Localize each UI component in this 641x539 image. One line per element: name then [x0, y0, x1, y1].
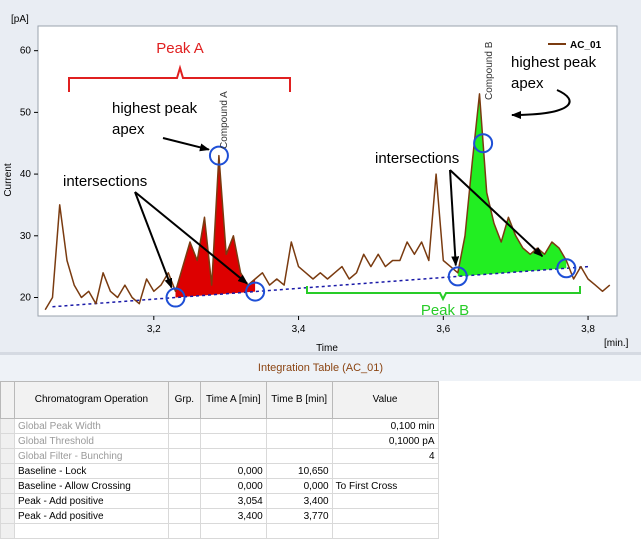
row-stub	[0, 433, 15, 449]
cell-time-a[interactable]: 0,000	[199, 463, 267, 479]
table-row[interactable]: Global Filter - Bunching 4	[0, 448, 641, 464]
cell-group[interactable]	[167, 493, 201, 509]
cell-time-a[interactable]: 0,000	[199, 478, 267, 494]
cell-group[interactable]	[167, 508, 201, 524]
cell-value[interactable]	[331, 463, 439, 479]
row-stub	[0, 418, 15, 434]
cell-value[interactable]: 0,1000 pA	[331, 433, 439, 449]
cell-operation[interactable]: Global Peak Width	[13, 418, 169, 434]
integration-table-panel: Chromatogram Operation Grp. Time A [min]…	[0, 381, 641, 539]
row-stub	[0, 478, 15, 494]
intersections-label-left: intersections	[63, 173, 147, 190]
cell-value[interactable]: 4	[331, 448, 439, 464]
row-stub	[0, 493, 15, 509]
table-row[interactable]: Baseline - Lock 0,000 10,650	[0, 463, 641, 479]
cell-group[interactable]	[167, 478, 201, 494]
splitter-bar[interactable]	[0, 352, 641, 355]
cell-operation[interactable]: Peak - Add positive	[13, 493, 169, 509]
x-tick-label: 3,2	[147, 324, 161, 335]
y-tick-label: 60	[20, 46, 32, 57]
cell-group[interactable]	[167, 463, 201, 479]
integration-table-title: Integration Table (AC_01)	[257, 362, 384, 374]
table-row[interactable]: Peak - Add positive 3,400 3,770	[0, 508, 641, 524]
y-unit-label: [pA]	[11, 14, 29, 25]
chromatogram-panel: 60 50 40 30 20 3,2 3,4 3,6 3,8 Peak A Peak B highe…	[0, 0, 641, 352]
cell-value[interactable]: To First Cross	[331, 478, 439, 494]
cell-time-b[interactable]: 3,400	[265, 493, 333, 509]
cell-time-a[interactable]: 3,400	[199, 508, 267, 524]
table-row[interactable]: Baseline - Allow Crossing 0,000 0,000 To Fi…	[0, 478, 641, 494]
cell-operation[interactable]: Baseline - Lock	[13, 463, 169, 479]
row-stub	[0, 508, 15, 524]
y-axis-label: Current	[3, 163, 14, 197]
table-row[interactable]	[0, 523, 641, 539]
chromatogram-chart[interactable]: 60 50 40 30 20 3,2 3,4 3,6 3,8 Peak A Peak B highe…	[0, 0, 641, 352]
peak-b-label: Peak B	[421, 302, 469, 319]
cell-operation[interactable]: Baseline - Allow Crossing	[13, 478, 169, 494]
cell-value[interactable]	[331, 493, 439, 509]
y-tick-label: 30	[20, 231, 32, 242]
cell-time-a[interactable]	[199, 433, 267, 449]
intersections-label-right: intersections	[375, 150, 459, 167]
cell-value[interactable]	[331, 508, 439, 524]
row-stub	[0, 463, 15, 479]
x-unit-label: [min.]	[604, 338, 629, 349]
header-time-a[interactable]: Time A [min]	[199, 381, 267, 419]
peak-a-label: Peak A	[156, 40, 204, 57]
apex-a-label-line2: apex	[112, 121, 145, 138]
legend-label: AC_01	[570, 40, 602, 51]
row-stub	[0, 523, 15, 539]
x-tick-label: 3,8	[581, 324, 595, 335]
cell-time-b[interactable]	[265, 448, 333, 464]
cell-value[interactable]	[331, 523, 439, 539]
cell-operation[interactable]: Global Filter - Bunching	[13, 448, 169, 464]
cell-time-b[interactable]: 10,650	[265, 463, 333, 479]
header-stub	[0, 381, 15, 419]
cell-group[interactable]	[167, 433, 201, 449]
cell-time-a[interactable]	[199, 418, 267, 434]
cell-time-a[interactable]	[199, 523, 267, 539]
cell-time-b[interactable]: 0,000	[265, 478, 333, 494]
cell-group[interactable]	[167, 523, 201, 539]
compound-b-label: Compound B	[484, 41, 495, 100]
cell-time-a[interactable]: 3,054	[199, 493, 267, 509]
cell-operation[interactable]	[13, 523, 169, 539]
header-group[interactable]: Grp.	[167, 381, 201, 419]
cell-operation[interactable]: Peak - Add positive	[13, 508, 169, 524]
y-tick-label: 50	[20, 107, 32, 118]
cell-time-b[interactable]	[265, 523, 333, 539]
header-value[interactable]: Value	[331, 381, 439, 419]
cell-time-b[interactable]	[265, 433, 333, 449]
cell-time-b[interactable]: 3,770	[265, 508, 333, 524]
x-axis-label: Time	[316, 343, 338, 352]
cell-group[interactable]	[167, 418, 201, 434]
header-time-b[interactable]: Time B [min]	[265, 381, 333, 419]
apex-b-label-line1: highest peak	[511, 54, 597, 71]
table-row[interactable]: Global Peak Width 0,100 min	[0, 418, 641, 434]
cell-time-b[interactable]	[265, 418, 333, 434]
y-tick-label: 20	[20, 292, 32, 303]
cell-time-a[interactable]	[199, 448, 267, 464]
cell-group[interactable]	[167, 448, 201, 464]
table-header-row: Chromatogram Operation Grp. Time A [min]…	[0, 381, 641, 419]
header-operation[interactable]: Chromatogram Operation	[13, 381, 169, 419]
table-row[interactable]: Peak - Add positive 3,054 3,400	[0, 493, 641, 509]
integration-table: Chromatogram Operation Grp. Time A [min]…	[0, 381, 641, 539]
header-filler	[438, 381, 641, 419]
compound-a-label: Compound A	[219, 91, 230, 149]
cell-value[interactable]: 0,100 min	[331, 418, 439, 434]
table-row[interactable]: Global Threshold 0,1000 pA	[0, 433, 641, 449]
cell-operation[interactable]: Global Threshold	[13, 433, 169, 449]
apex-b-label-line2: apex	[511, 75, 544, 92]
x-tick-label: 3,6	[436, 324, 450, 335]
row-stub	[0, 448, 15, 464]
y-tick-label: 40	[20, 169, 32, 180]
apex-a-label-line1: highest peak	[112, 100, 198, 117]
x-tick-label: 3,4	[292, 324, 306, 335]
